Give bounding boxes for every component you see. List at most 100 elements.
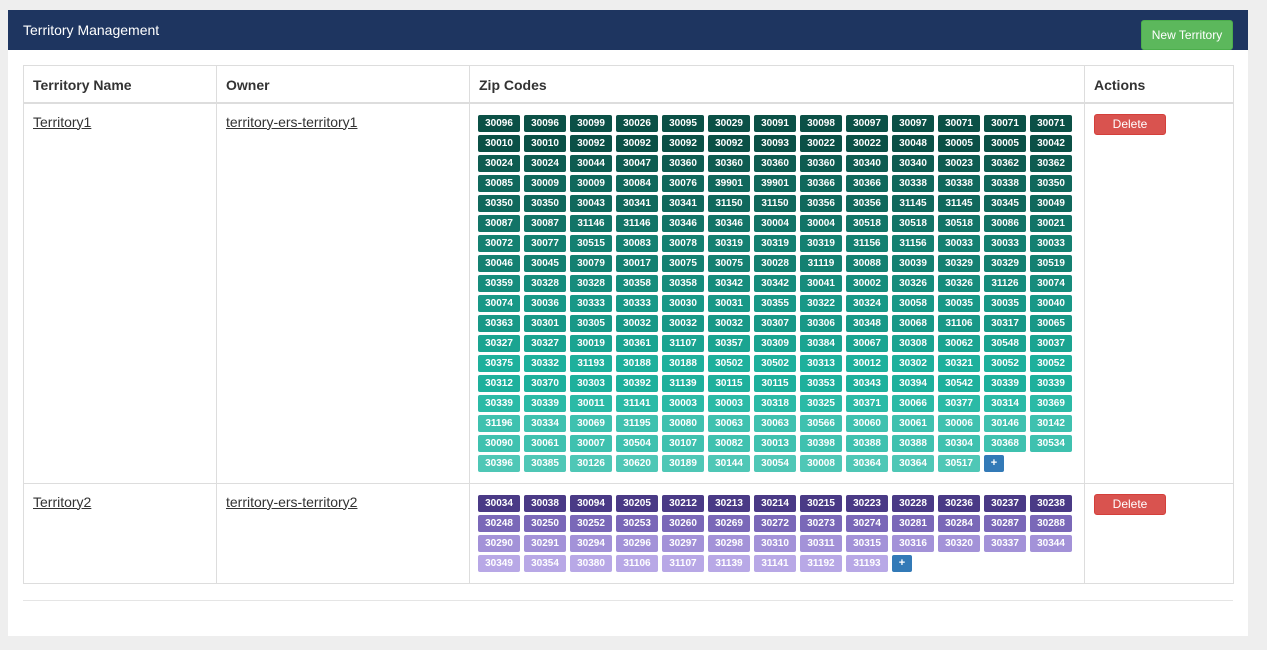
zip-code-badge: 30340 — [892, 154, 934, 172]
zip-code-badge: 30375 — [478, 354, 520, 372]
zip-code-badge: 30297 — [662, 534, 704, 552]
zip-code-badge: 30029 — [708, 114, 750, 132]
zip-code-badge: 30223 — [846, 494, 888, 512]
zip-code-badge: 39901 — [754, 174, 796, 192]
zip-code-badge: 30346 — [662, 214, 704, 232]
zip-code-badge: 30350 — [478, 194, 520, 212]
zip-code-badge: 30097 — [846, 114, 888, 132]
zip-code-badge: 30364 — [892, 454, 934, 472]
zip-code-badge: 30327 — [478, 334, 520, 352]
zip-code-badge: 30107 — [662, 434, 704, 452]
zip-code-badge: 30260 — [662, 514, 704, 532]
zip-code-badge: 30353 — [800, 374, 842, 392]
column-header-owner[interactable]: Owner — [216, 65, 470, 104]
zip-code-badge: 30041 — [800, 274, 842, 292]
zip-code-badge: 30052 — [1030, 354, 1072, 372]
zip-code-badge: 30328 — [570, 274, 612, 292]
zip-code-badge: 30115 — [754, 374, 796, 392]
zip-code-badge: 30371 — [846, 394, 888, 412]
zip-code-badge: 30309 — [754, 334, 796, 352]
owner-link[interactable]: territory-ers-territory2 — [226, 494, 357, 510]
zip-code-badge: 30566 — [800, 414, 842, 432]
zip-code-badge: 30038 — [524, 494, 566, 512]
zip-code-badge: 31106 — [616, 554, 658, 572]
zip-code-badge: 30071 — [984, 114, 1026, 132]
zip-code-badge: 31196 — [478, 414, 520, 432]
zip-code-badge: 31150 — [754, 194, 796, 212]
table-row: Territory2 territory-ers-territory2 3003… — [23, 482, 1234, 584]
zip-code-badge: 30212 — [662, 494, 704, 512]
zip-code-badge: 30396 — [478, 454, 520, 472]
zip-code-badge: 30096 — [524, 114, 566, 132]
zip-code-badge: 30214 — [754, 494, 796, 512]
zip-code-badge: 30305 — [570, 314, 612, 332]
zip-code-badge: 30058 — [892, 294, 934, 312]
zip-code-badge: 30087 — [478, 214, 520, 232]
zip-code-badge: 31192 — [800, 554, 842, 572]
zip-code-badge: 30028 — [754, 254, 796, 272]
zip-code-badge: 30369 — [1030, 394, 1072, 412]
zip-code-badge: 30334 — [524, 414, 566, 432]
new-territory-button[interactable]: New Territory — [1141, 20, 1233, 50]
zip-code-badge: 30368 — [984, 434, 1026, 452]
zip-codes-cell: 30034 30038 30094 30205 30212 30213 30214 30215… — [469, 482, 1085, 584]
zip-code-badge: 30049 — [1030, 194, 1072, 212]
zip-code-badge: 30358 — [662, 274, 704, 292]
zip-code-badge: 30003 — [662, 394, 704, 412]
zip-code-badge: 30346 — [708, 214, 750, 232]
table-row: Territory1 territory-ers-territory1 3009… — [23, 102, 1234, 484]
zip-code-badge: 30377 — [938, 394, 980, 412]
zip-code-badge: 30011 — [570, 394, 612, 412]
zip-code-badge: 30031 — [708, 294, 750, 312]
zip-code-badge: 30042 — [1030, 134, 1072, 152]
delete-button[interactable]: Delete — [1094, 493, 1166, 515]
zip-code-badge: 30022 — [800, 134, 842, 152]
zip-code-badge: 30502 — [708, 354, 750, 372]
zip-code-badge: 30005 — [938, 134, 980, 152]
show-more-zips-button[interactable]: + — [892, 554, 912, 572]
zip-code-badge: 30518 — [892, 214, 934, 232]
column-header-zip-codes[interactable]: Zip Codes — [469, 65, 1085, 104]
zip-code-badge: 30350 — [524, 194, 566, 212]
zip-code-badge: 30024 — [478, 154, 520, 172]
column-header-territory-name[interactable]: Territory Name — [23, 65, 217, 104]
zip-code-badge: 31146 — [616, 214, 658, 232]
zip-code-badge: 31146 — [570, 214, 612, 232]
delete-button[interactable]: Delete — [1094, 113, 1166, 135]
zip-code-badge: 30316 — [892, 534, 934, 552]
zip-code-badge: 30033 — [1030, 234, 1072, 252]
zip-code-badge: 30332 — [524, 354, 566, 372]
zip-code-badge: 30519 — [1030, 254, 1072, 272]
zip-code-badge: 30315 — [846, 534, 888, 552]
zip-code-badge: 30088 — [846, 254, 888, 272]
territory-name-link[interactable]: Territory2 — [33, 494, 91, 510]
zip-code-badge: 30004 — [800, 214, 842, 232]
zip-code-badge: 30021 — [1030, 214, 1072, 232]
territory-name-link[interactable]: Territory1 — [33, 114, 91, 130]
zip-code-badge: 30248 — [478, 514, 520, 532]
zip-code-badge: 30342 — [708, 274, 750, 292]
zip-code-badge: 30340 — [846, 154, 888, 172]
zip-code-badge: 30087 — [524, 214, 566, 232]
zip-code-badge: 30005 — [984, 134, 1026, 152]
zip-code-badge: 30388 — [892, 434, 934, 452]
owner-link[interactable]: territory-ers-territory1 — [226, 114, 357, 130]
zip-code-badge: 31107 — [662, 334, 704, 352]
zip-code-badge: 30069 — [570, 414, 612, 432]
zip-code-badge: 30284 — [938, 514, 980, 532]
zip-code-badge: 30071 — [1030, 114, 1072, 132]
zip-code-badge: 30337 — [984, 534, 1026, 552]
zip-code-badge: 30097 — [892, 114, 934, 132]
zip-code-badge: 30291 — [524, 534, 566, 552]
zip-code-badge: 30126 — [570, 454, 612, 472]
zip-code-badge: 30515 — [570, 234, 612, 252]
zip-code-badge: 30356 — [800, 194, 842, 212]
zip-code-badge: 30010 — [524, 134, 566, 152]
zip-code-badge: 30061 — [524, 434, 566, 452]
show-more-zips-button[interactable]: + — [984, 454, 1004, 472]
zip-code-badge: 30348 — [846, 314, 888, 332]
zip-code-badge: 30318 — [754, 394, 796, 412]
zip-code-badge: 30044 — [570, 154, 612, 172]
zip-code-badge: 30314 — [984, 394, 1026, 412]
zip-code-badge: 30013 — [754, 434, 796, 452]
